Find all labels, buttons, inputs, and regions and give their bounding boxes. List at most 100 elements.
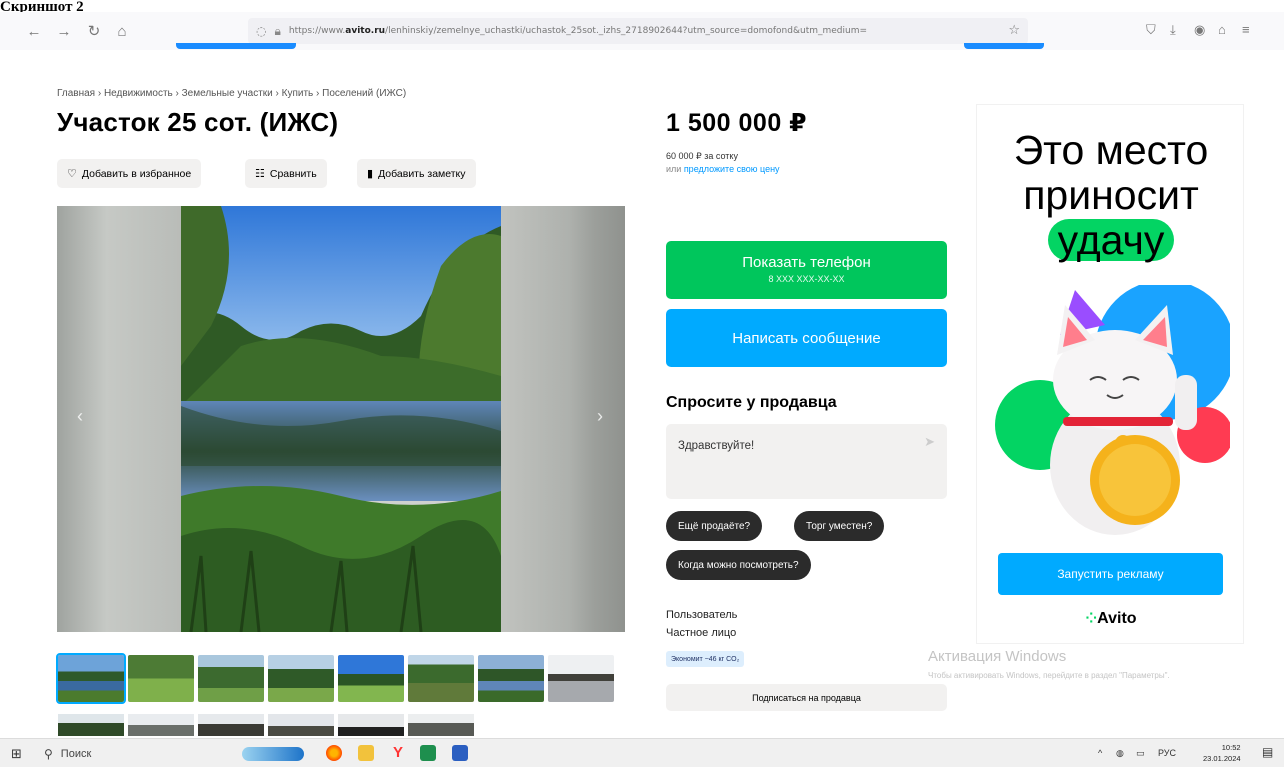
avito-logo-text: Avito xyxy=(1097,610,1137,627)
lucky-cat-illustration xyxy=(995,285,1230,535)
offer-price: или предложите свою цену xyxy=(666,164,780,174)
avito-logo: ⁘Avito xyxy=(977,610,1245,628)
thumbnail[interactable] xyxy=(338,655,404,702)
url-prefix: https://www. xyxy=(288,26,346,36)
write-message-button[interactable]: Написать сообщение xyxy=(666,309,947,367)
thumbnail[interactable] xyxy=(128,655,194,702)
lake-photo[interactable] xyxy=(181,206,501,632)
offer-prefix: или xyxy=(666,164,684,174)
send-icon[interactable]: ➤ xyxy=(924,434,935,450)
subscribe-button[interactable]: Подписаться на продавца xyxy=(666,684,947,711)
compare-label: Сравнить xyxy=(269,167,317,180)
thumbnail[interactable] xyxy=(478,655,544,702)
bookmark-star-icon[interactable]: ☆ xyxy=(1008,23,1020,38)
add-note-button[interactable]: ▮ Добавить заметку xyxy=(357,159,476,188)
ad-line-1: Это место xyxy=(1013,127,1209,173)
ad-line-2: приносит xyxy=(1023,172,1199,218)
quick-question-chip[interactable]: Ещё продаёте? xyxy=(666,511,763,541)
lock-icon[interactable]: 🔒︎ xyxy=(274,24,280,39)
taskbar-app-icon[interactable] xyxy=(242,747,304,761)
advertisement-banner[interactable]: Это место приносит удачу Запустить рекла… xyxy=(976,104,1244,644)
menu-icon[interactable]: ≡ xyxy=(1242,22,1250,37)
quick-question-chip[interactable]: Когда можно посмотреть? xyxy=(666,550,811,580)
page-title: Участок 25 сот. (ИЖС) xyxy=(57,107,339,137)
activation-hint: Чтобы активировать Windows, перейдите в … xyxy=(928,671,1170,680)
url-bar[interactable]: ◌ 🔒︎ https://www. avito.ru/lenhinskiy/zem… xyxy=(248,18,1028,44)
back-icon[interactable]: ← xyxy=(24,21,44,41)
gallery-next-arrow[interactable]: › xyxy=(597,406,603,427)
photo-gallery[interactable]: ‹ › xyxy=(57,206,625,632)
url-path: /lenhinskiy/zemelnye_uchastki/uchastok_2… xyxy=(385,26,868,36)
thumbnail[interactable] xyxy=(548,655,614,702)
ad-line-3: удачу xyxy=(1047,219,1175,261)
reload-icon[interactable]: ↻ xyxy=(84,21,104,41)
home-icon[interactable]: ⌂ xyxy=(112,21,132,41)
avito-logo-icon: ⁘ xyxy=(1085,610,1098,626)
thumbnail[interactable] xyxy=(58,714,124,736)
windows-start-icon[interactable]: ⊞ xyxy=(11,746,22,762)
account-icon[interactable]: ◉ xyxy=(1194,22,1205,38)
price-per-unit: 60 000 ₽ за сотку xyxy=(666,151,738,161)
thumbnail[interactable] xyxy=(408,714,474,736)
file-explorer-icon[interactable] xyxy=(358,745,374,761)
tray-volume-icon[interactable]: ▭ xyxy=(1136,748,1145,759)
heart-icon: ♡ xyxy=(67,168,77,180)
thumbnail[interactable] xyxy=(128,714,194,736)
gallery-blur-left xyxy=(57,206,181,632)
pocket-icon[interactable]: ⛉ xyxy=(1146,22,1156,38)
thumbnail[interactable] xyxy=(198,655,264,702)
header-strip-left xyxy=(176,43,296,49)
notifications-icon[interactable]: ▤ xyxy=(1262,745,1273,759)
word-icon[interactable] xyxy=(452,745,468,761)
seller-name[interactable]: Пользователь xyxy=(666,609,737,621)
eco-badge: Экономит ~46 кг CO₂ xyxy=(666,651,745,667)
forward-icon[interactable]: → xyxy=(54,21,74,41)
taskbar-search[interactable]: ⚲ Поиск xyxy=(44,742,91,765)
price: 1 500 000 ₽ xyxy=(666,109,808,137)
add-note-label: Добавить заметку xyxy=(378,167,466,180)
add-favorite-button[interactable]: ♡ Добавить в избранное xyxy=(57,159,202,188)
note-icon: ▮ xyxy=(367,168,374,180)
thumbnail[interactable] xyxy=(338,714,404,736)
seller-type: Частное лицо xyxy=(666,627,737,639)
thumbnail[interactable] xyxy=(408,655,474,702)
compare-icon: ☷ xyxy=(255,168,265,180)
ask-seller-title: Спросите у продавца xyxy=(666,394,837,411)
activation-title: Активация Windows xyxy=(928,648,1067,665)
header-strip-right xyxy=(964,43,1044,49)
compare-button[interactable]: ☷ Сравнить xyxy=(245,159,327,188)
message-input[interactable]: Здравствуйте! ➤ xyxy=(666,424,947,499)
clock-date: 23.01.2024 xyxy=(1203,754,1241,763)
system-clock[interactable]: 10:52 23.01.2024 xyxy=(1203,742,1241,764)
gallery-blur-right xyxy=(501,206,625,632)
tray-chevron-icon[interactable]: ^ xyxy=(1098,748,1102,758)
yandex-browser-icon[interactable]: Y xyxy=(390,745,406,761)
thumbnail[interactable] xyxy=(198,714,264,736)
add-favorite-label: Добавить в избранное xyxy=(81,167,192,180)
windows-activation-watermark: Активация Windows Чтобы активировать Win… xyxy=(928,648,1170,681)
thumbnail[interactable] xyxy=(268,714,334,736)
download-icon[interactable]: ⤓ xyxy=(1170,22,1176,38)
search-icon: ⚲ xyxy=(44,746,53,761)
quick-question-chip[interactable]: Торг уместен? xyxy=(794,511,885,541)
tray-network-icon[interactable]: ◍ xyxy=(1116,748,1124,759)
gallery-prev-arrow[interactable]: ‹ xyxy=(77,406,83,427)
show-phone-button[interactable]: Показать телефон 8 XXX XXX-XX-XX xyxy=(666,241,947,299)
document-label: Скриншот 2 xyxy=(0,0,84,12)
windows-taskbar: ⊞ ⚲ Поиск Y ^ ◍ ▭ РУС 10:52 23.01.2024 ▤ xyxy=(0,738,1284,767)
start-advertising-button[interactable]: Запустить рекламу xyxy=(998,553,1223,595)
firefox-icon[interactable] xyxy=(326,745,342,761)
breadcrumb[interactable]: Главная › Недвижимость › Земельные участ… xyxy=(57,88,406,99)
message-text: Здравствуйте! xyxy=(678,440,755,452)
taskbar-search-label: Поиск xyxy=(60,747,92,760)
excel-icon[interactable] xyxy=(420,745,436,761)
thumbnail[interactable] xyxy=(56,653,126,704)
shield-icon[interactable]: ◌ xyxy=(256,24,266,38)
keyboard-language[interactable]: РУС xyxy=(1158,748,1176,758)
url-domain: avito.ru xyxy=(345,26,386,36)
phone-mask: 8 XXX XXX-XX-XX xyxy=(768,274,845,284)
clock-time: 10:52 xyxy=(1221,743,1241,752)
offer-price-link[interactable]: предложите свою цену xyxy=(684,164,780,174)
thumbnail[interactable] xyxy=(268,655,334,702)
extensions-icon[interactable]: ⌂ xyxy=(1218,22,1226,37)
